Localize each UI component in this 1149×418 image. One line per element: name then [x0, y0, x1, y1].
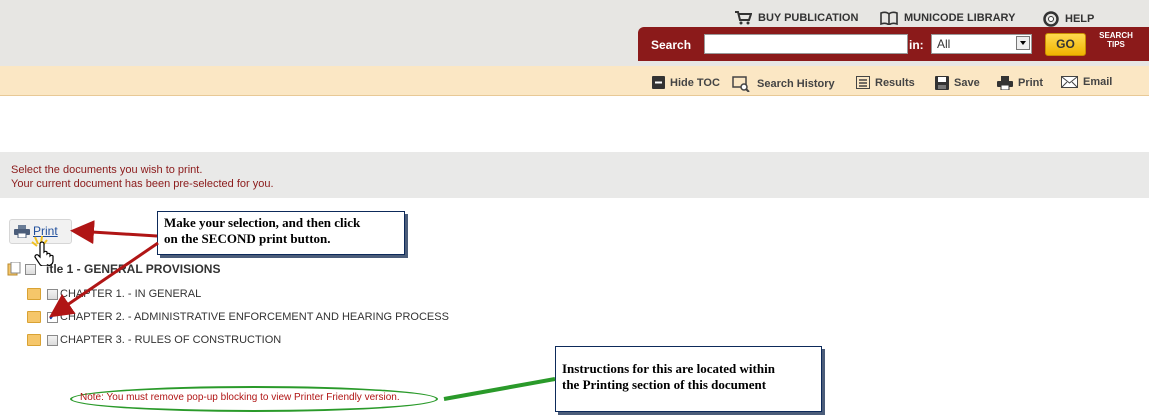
arrow-to-checkbox: [49, 241, 159, 318]
arrow-to-print-button: [70, 220, 158, 245]
annotation-arrows: [49, 220, 556, 401]
arrow-to-note: [443, 377, 556, 401]
